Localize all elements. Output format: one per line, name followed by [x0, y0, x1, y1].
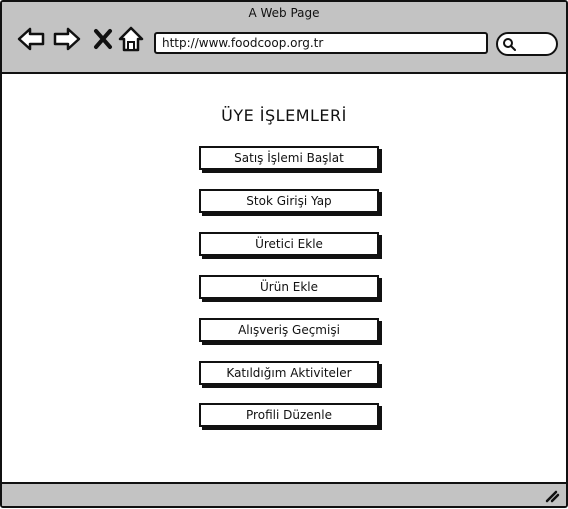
stock-entry-button[interactable]: Stok Girişi Yap — [199, 189, 379, 213]
search-input[interactable] — [496, 32, 558, 56]
start-sale-button[interactable]: Satış İşlemi Başlat — [199, 146, 379, 170]
page-content: ÜYE İŞLEMLERİ Satış İşlemi Başlat Stok G… — [2, 74, 566, 482]
purchase-history-button[interactable]: Alışveriş Geçmişi — [199, 318, 379, 342]
joined-activities-button[interactable]: Katıldığım Aktiviteler — [199, 361, 379, 385]
url-input[interactable]: http://www.foodcoop.org.tr — [154, 32, 488, 54]
status-bar — [2, 482, 566, 506]
forward-arrow-icon[interactable] — [52, 24, 82, 54]
edit-profile-button[interactable]: Profili Düzenle — [199, 403, 379, 427]
browser-toolbar: A Web Page http://www.foodcoop.org.tr — [2, 2, 566, 74]
add-product-button[interactable]: Ürün Ekle — [199, 275, 379, 299]
browser-window: A Web Page http://www.foodcoop.org.tr ÜY… — [0, 0, 568, 508]
close-icon[interactable] — [88, 24, 118, 54]
search-icon — [503, 38, 516, 51]
window-title: A Web Page — [248, 6, 320, 20]
add-producer-button[interactable]: Üretici Ekle — [199, 232, 379, 256]
resize-grip-icon[interactable] — [544, 487, 560, 503]
page-title: ÜYE İŞLEMLERİ — [221, 106, 347, 125]
home-icon[interactable] — [116, 24, 146, 54]
back-arrow-icon[interactable] — [16, 24, 46, 54]
